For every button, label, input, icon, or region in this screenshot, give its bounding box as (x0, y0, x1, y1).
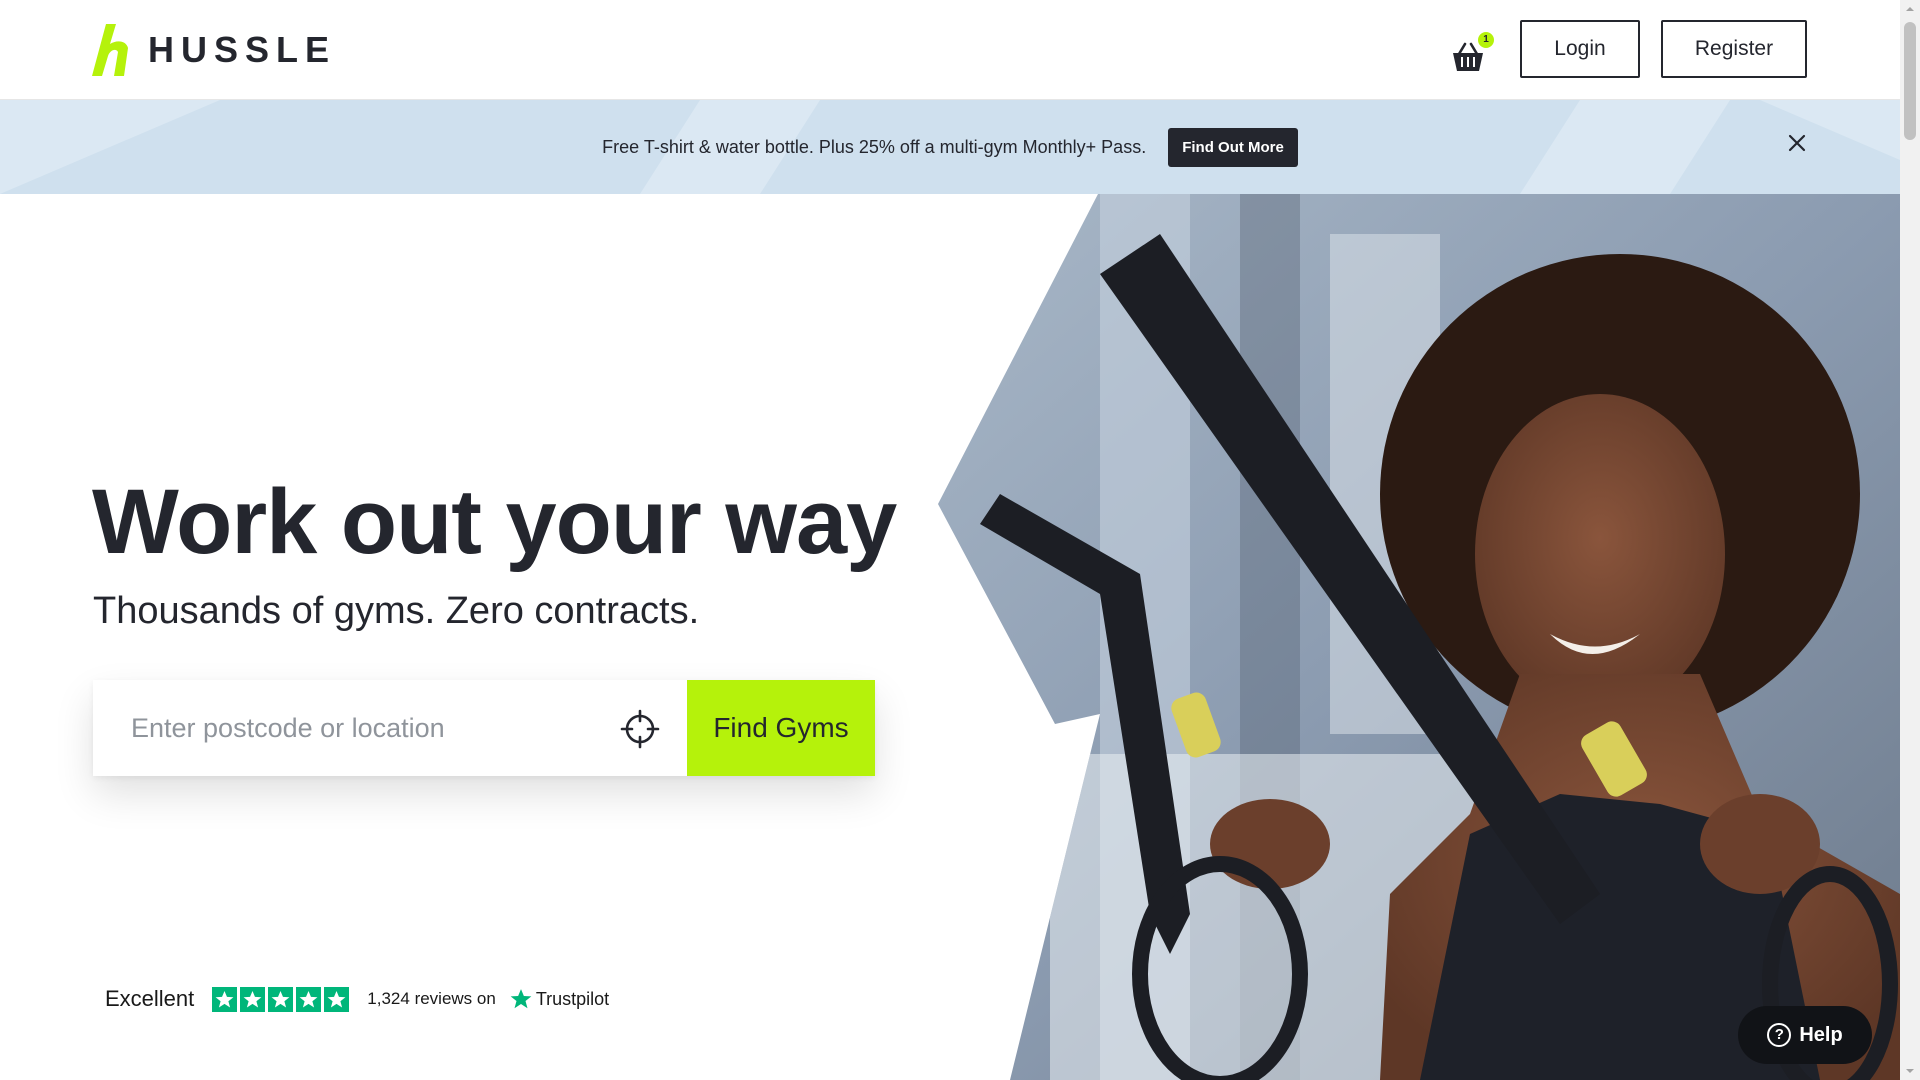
promo-content: Free T-shirt & water bottle. Plus 25% of… (0, 100, 1900, 194)
promo-text: Free T-shirt & water bottle. Plus 25% of… (602, 136, 1147, 157)
trustpilot-widget[interactable]: Excellent 1,324 reviews on Trustpilot (105, 986, 609, 1012)
trustpilot-review-count: 1,324 (367, 989, 410, 1008)
star-icon (240, 986, 266, 1012)
trustpilot-brand-name: Trustpilot (535, 988, 610, 1009)
gym-search-form: Find Gyms (93, 680, 875, 776)
trustpilot-rating-word: Excellent (105, 986, 195, 1011)
scroll-down-icon[interactable] (1905, 1066, 1915, 1076)
find-out-more-button[interactable]: Find Out More (1168, 127, 1298, 167)
brand-logo[interactable]: HUSSLE (92, 22, 336, 78)
star-icon (268, 986, 294, 1012)
trustpilot-reviews: 1,324 reviews on (367, 989, 496, 1009)
help-label: Help (1799, 1023, 1843, 1046)
find-gyms-button[interactable]: Find Gyms (687, 680, 875, 776)
page: HUSSLE 1 Login Register Free T-shirt & w… (0, 0, 1920, 1080)
scroll-up-icon[interactable] (1905, 4, 1915, 14)
scrollbar-thumb[interactable] (1904, 22, 1916, 140)
help-button[interactable]: ? Help (1738, 1006, 1872, 1064)
page-scrollbar[interactable] (1900, 0, 1920, 1080)
login-button[interactable]: Login (1520, 20, 1640, 78)
register-button[interactable]: Register (1661, 20, 1807, 78)
site-header: HUSSLE 1 Login Register (0, 0, 1900, 100)
question-icon: ? (1767, 1023, 1792, 1047)
trustpilot-stars (212, 986, 350, 1012)
star-icon (212, 986, 238, 1012)
cart-button[interactable]: 1 (1450, 32, 1494, 74)
hero-subtitle: Thousands of gyms. Zero contracts. (93, 590, 700, 632)
star-icon (324, 986, 350, 1012)
location-search-input[interactable] (93, 680, 687, 776)
hero-image (938, 194, 1900, 1080)
hussle-logo-icon (92, 24, 128, 76)
hero-title: Work out your way (92, 471, 897, 573)
promo-banner: Free T-shirt & water bottle. Plus 25% of… (0, 100, 1900, 194)
close-icon[interactable] (1786, 132, 1808, 154)
star-icon (296, 986, 322, 1012)
trustpilot-reviews-suffix: reviews on (414, 989, 496, 1008)
cart-count-badge: 1 (1478, 32, 1494, 48)
trustpilot-star-icon (510, 989, 532, 1009)
brand-name: HUSSLE (148, 29, 337, 70)
crosshair-icon[interactable] (620, 709, 660, 749)
trustpilot-brand: Trustpilot (510, 988, 609, 1010)
